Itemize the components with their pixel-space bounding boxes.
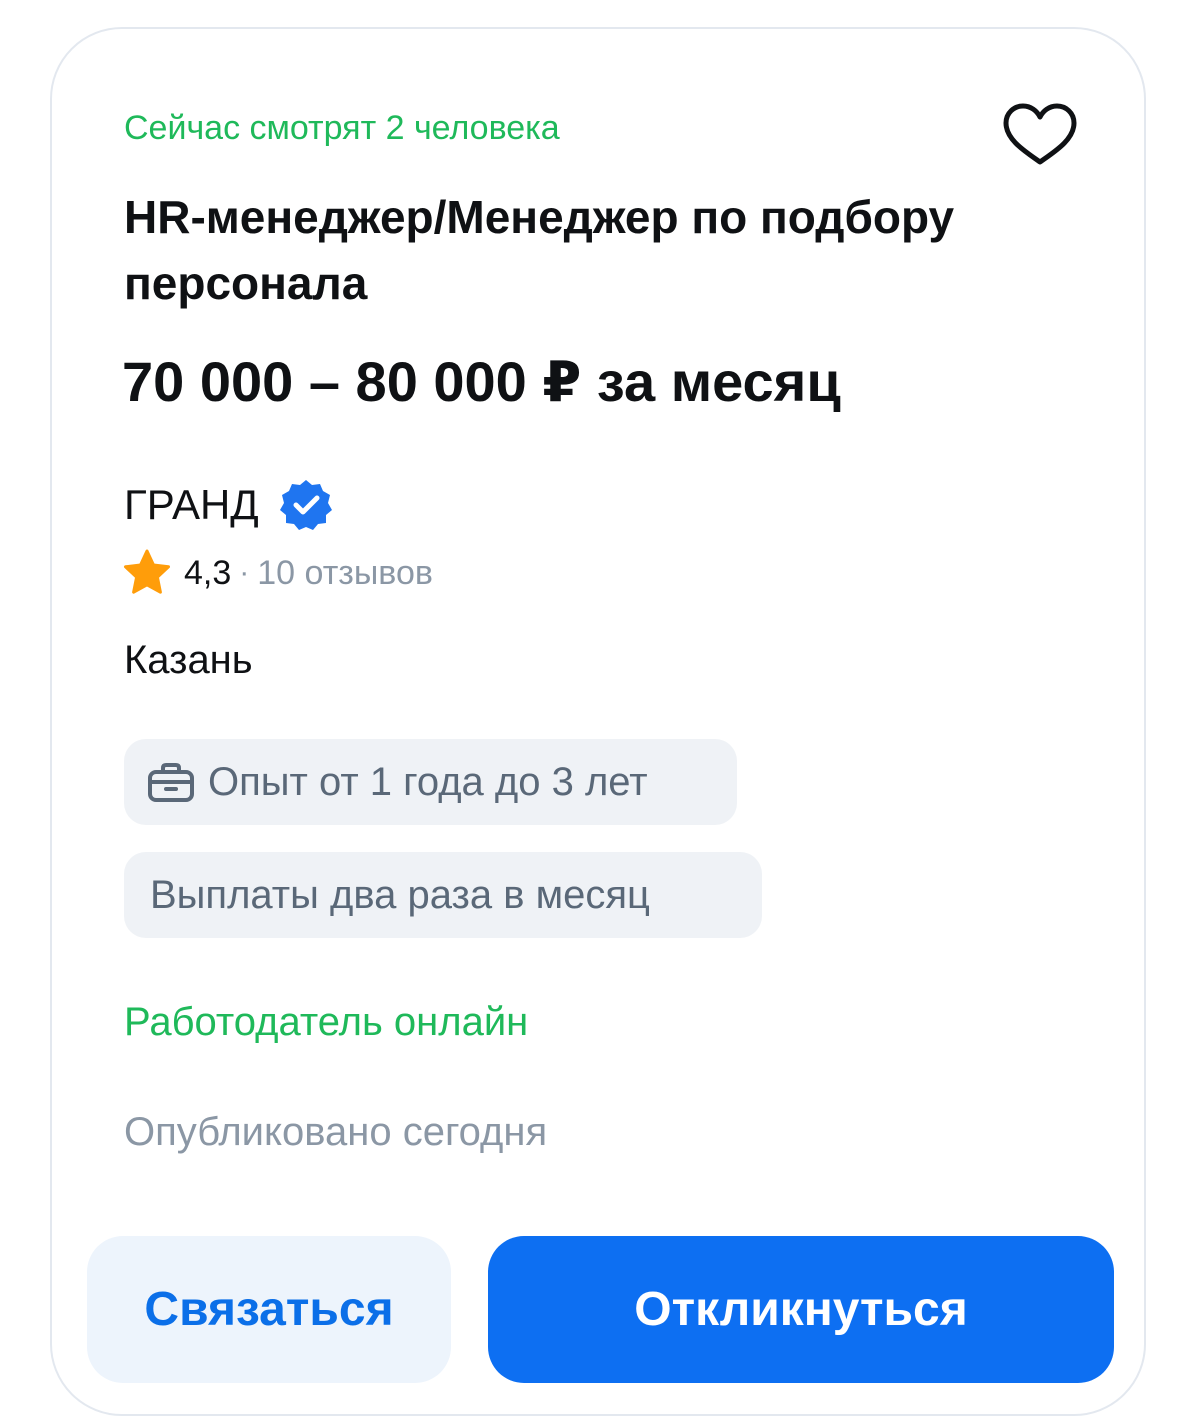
rating-separator: · xyxy=(239,556,250,589)
payments-tag: Выплаты два раза в месяц xyxy=(124,852,762,938)
star-icon xyxy=(124,549,170,594)
company-rating[interactable]: 4,3 · 10 отзывов xyxy=(122,548,433,598)
reviews-count: 10 отзывов xyxy=(257,553,433,592)
experience-tag: Опыт от 1 года до 3 лет xyxy=(124,739,737,825)
favorite-button[interactable] xyxy=(1000,100,1080,170)
vacancy-title[interactable]: HR-менеджер/Менеджер по подбору персонал… xyxy=(124,184,984,316)
contact-button[interactable]: Связаться xyxy=(87,1236,451,1383)
rating-value: 4,3 xyxy=(184,553,232,592)
salary: 70 000 – 80 000 ₽ за месяц xyxy=(122,350,841,413)
verified-badge-icon xyxy=(279,480,332,530)
heart-icon xyxy=(1003,103,1077,165)
company-link[interactable]: ГРАНД xyxy=(124,475,333,535)
published-date: Опубликовано сегодня xyxy=(124,1110,548,1154)
company-name: ГРАНД xyxy=(124,481,259,528)
vacancy-city: Казань xyxy=(124,638,253,682)
payments-text: Выплаты два раза в месяц xyxy=(150,872,650,917)
apply-button[interactable]: Откликнуться xyxy=(488,1236,1114,1383)
viewers-count: Сейчас смотрят 2 человека xyxy=(124,109,560,147)
employer-online-status: Работодатель онлайн xyxy=(124,1000,529,1044)
experience-text: Опыт от 1 года до 3 лет xyxy=(208,759,648,804)
briefcase-icon xyxy=(148,763,194,802)
